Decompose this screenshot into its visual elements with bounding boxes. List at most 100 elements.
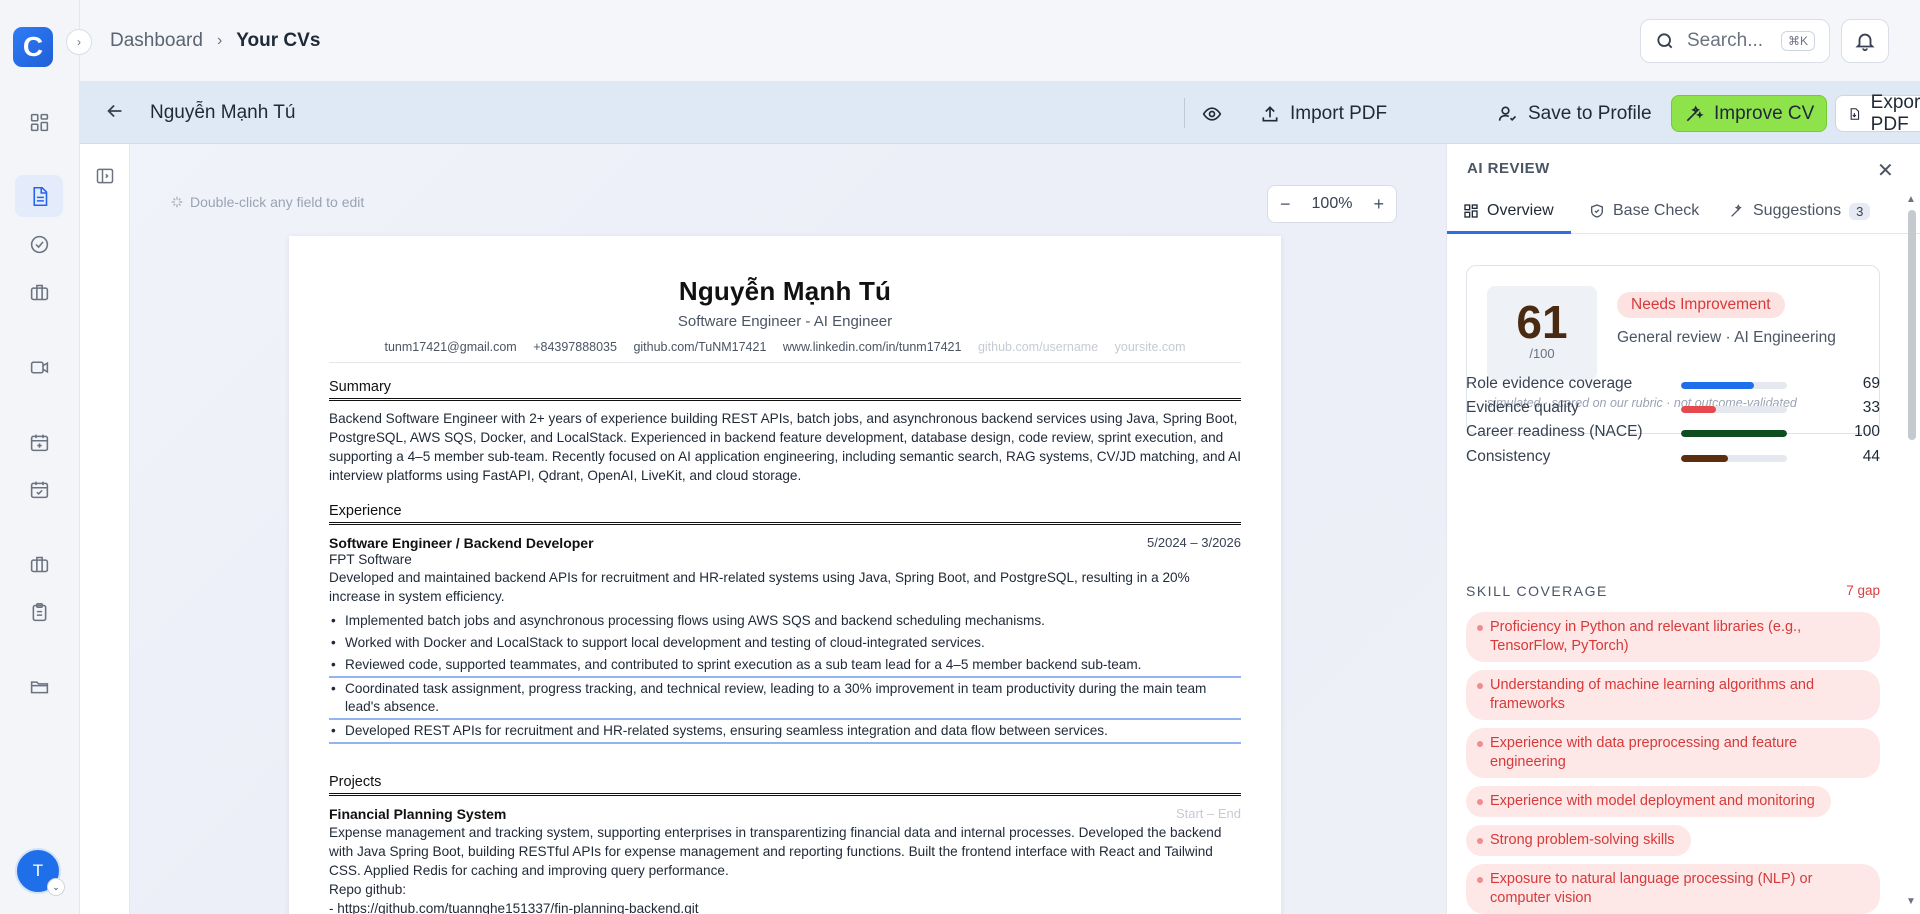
dashboard-icon[interactable] (15, 101, 63, 143)
job-dates[interactable]: 5/2024 – 3/2026 (1147, 535, 1241, 551)
close-icon[interactable]: ✕ (1877, 158, 1894, 183)
edit-hint-text: Double-click any field to edit (190, 194, 365, 210)
search-icon (1657, 33, 1673, 49)
panel-toggle-icon[interactable] (95, 166, 115, 191)
search-input[interactable]: Search... ⌘K (1640, 19, 1830, 63)
skill-gap-chip[interactable]: Strong problem-solving skills (1466, 825, 1691, 856)
preview-button[interactable] (1190, 95, 1234, 132)
save-to-profile-label: Save to Profile (1528, 102, 1652, 124)
cv-full-name[interactable]: Nguyễn Mạnh Tú (329, 276, 1241, 307)
zoom-in-button[interactable]: + (1373, 194, 1384, 215)
app-logo[interactable]: C (13, 27, 53, 67)
tab-base-check-label: Base Check (1613, 202, 1700, 219)
project-repo-url[interactable]: - https://github.com/tuannghe151337/fin-… (329, 899, 1241, 914)
ai-review-panel: AI REVIEW ✕ Overview Base Check Suggesti… (1446, 144, 1920, 914)
search-placeholder: Search... (1687, 30, 1764, 51)
job-bullet[interactable]: Implemented batch jobs and asynchronous … (329, 610, 1241, 632)
summary-text[interactable]: Backend Software Engineer with 2+ years … (329, 409, 1241, 485)
metric-bar-fill (1681, 406, 1716, 413)
job-bullet[interactable]: Reviewed code, supported teammates, and … (329, 654, 1241, 678)
briefcase-icon[interactable] (15, 271, 63, 313)
save-to-profile-button[interactable]: Save to Profile (1486, 95, 1664, 132)
cv-github[interactable]: github.com/TuNM17421 (633, 340, 766, 354)
metric-bar-fill (1681, 382, 1755, 389)
metric-label: Career readiness (NACE) (1466, 423, 1643, 440)
project-description[interactable]: Expense management and tracking system, … (329, 823, 1241, 880)
cv-page: Nguyễn Mạnh Tú Software Engineer - AI En… (289, 236, 1281, 914)
cv-linkedin[interactable]: www.linkedin.com/in/tunm17421 (783, 340, 962, 354)
export-pdf-label: Export PDF (1870, 91, 1920, 135)
project-header: Financial Planning System Start – End (329, 806, 1241, 822)
cv-document-icon[interactable] (15, 175, 63, 217)
chevron-down-icon[interactable]: ⌄ (47, 878, 65, 896)
tab-suggestions-label: Suggestions (1753, 202, 1842, 219)
tab-overview-label: Overview (1487, 202, 1554, 219)
calendar-add-icon[interactable] (15, 421, 63, 463)
check-circle-icon[interactable] (15, 223, 63, 265)
job-bullet[interactable]: Worked with Docker and LocalStack to sup… (329, 632, 1241, 654)
job-company[interactable]: FPT Software (329, 552, 1241, 567)
project-name[interactable]: Financial Planning System (329, 806, 506, 822)
summary-heading[interactable]: Summary (329, 379, 1241, 401)
import-pdf-button[interactable]: Import PDF (1248, 95, 1399, 132)
metric-label: Consistency (1466, 448, 1551, 465)
skill-coverage-header: SKILL COVERAGE 7 gap (1466, 583, 1880, 599)
export-pdf-button[interactable]: Export PDF (1835, 92, 1920, 135)
skill-gap-chip[interactable]: Experience with data preprocessing and f… (1466, 728, 1880, 778)
eye-icon (1202, 106, 1222, 121)
back-arrow-icon[interactable] (104, 100, 126, 127)
metric-value: 100 (1854, 423, 1880, 440)
skill-gap-chip[interactable]: Experience with model deployment and mon… (1466, 786, 1831, 817)
improve-cv-button[interactable]: Improve CV (1671, 95, 1828, 132)
clipboard-icon[interactable] (15, 591, 63, 633)
upload-icon (1262, 105, 1278, 121)
import-pdf-label: Import PDF (1290, 102, 1388, 124)
skill-gap-list: Proficiency in Python and relevant libra… (1466, 612, 1880, 914)
project-repo-label[interactable]: Repo github: (329, 880, 1241, 899)
skill-gap-chip[interactable]: Proficiency in Python and relevant libra… (1466, 612, 1880, 662)
metric-value: 44 (1862, 448, 1880, 465)
job-bullet[interactable]: Coordinated task assignment, progress tr… (329, 678, 1241, 720)
magic-wand-icon (1686, 104, 1704, 121)
metric-row: Consistency 44 (1466, 446, 1880, 470)
project-dates[interactable]: Start – End (1176, 806, 1241, 822)
projects-heading[interactable]: Projects (329, 774, 1241, 796)
briefcase-alt-icon[interactable] (15, 543, 63, 585)
job-bullets: Implemented batch jobs and asynchronous … (329, 610, 1241, 744)
scroll-up-arrow[interactable]: ▲ (1906, 194, 1916, 205)
cv-headline[interactable]: Software Engineer - AI Engineer (329, 313, 1241, 330)
scroll-down-arrow[interactable]: ▼ (1906, 896, 1916, 907)
magic-wand-icon (1731, 204, 1742, 217)
tab-suggestions[interactable]: Suggestions 3 (1729, 202, 1871, 220)
cv-email[interactable]: tunm17421@gmail.com (385, 340, 517, 354)
scrollbar-thumb[interactable] (1908, 210, 1916, 440)
metric-value: 69 (1862, 375, 1880, 392)
experience-heading[interactable]: Experience (329, 503, 1241, 525)
cv-website-placeholder[interactable]: yoursite.com (1115, 340, 1186, 354)
metric-bar-fill (1681, 455, 1728, 462)
skill-gap-chip[interactable]: Exposure to natural language processing … (1466, 864, 1880, 914)
search-shortcut: ⌘K (1780, 31, 1815, 51)
folder-icon[interactable] (15, 665, 63, 707)
shield-check-icon (1591, 204, 1603, 218)
metric-row: Career readiness (NACE) 100 (1466, 421, 1880, 445)
job-bullet[interactable]: Developed REST APIs for recruitment and … (329, 720, 1241, 744)
sections-panel-collapsed (80, 144, 130, 914)
tab-overview[interactable]: Overview (1463, 202, 1554, 220)
job-description[interactable]: Developed and maintained backend APIs fo… (329, 568, 1241, 606)
calendar-check-icon[interactable] (15, 468, 63, 510)
video-camera-icon[interactable] (15, 346, 63, 388)
cv-canvas: Double-click any field to edit − 100% + … (130, 144, 1446, 914)
notifications-button[interactable] (1841, 19, 1889, 63)
cv-github-placeholder[interactable]: github.com/username (978, 340, 1098, 354)
zoom-out-button[interactable]: − (1280, 194, 1291, 215)
cv-phone[interactable]: +84397888035 (533, 340, 617, 354)
skill-gap-chip[interactable]: Understanding of machine learning algori… (1466, 670, 1880, 720)
chevron-right-icon[interactable]: › (66, 29, 92, 55)
breadcrumb-dashboard[interactable]: Dashboard (110, 30, 203, 52)
tab-base-check[interactable]: Base Check (1589, 202, 1699, 220)
grid-icon (1464, 204, 1478, 218)
toolbar-divider (1184, 98, 1185, 128)
cv-name-title[interactable]: Nguyễn Mạnh Tú (150, 102, 295, 124)
job-role[interactable]: Software Engineer / Backend Developer (329, 535, 594, 551)
